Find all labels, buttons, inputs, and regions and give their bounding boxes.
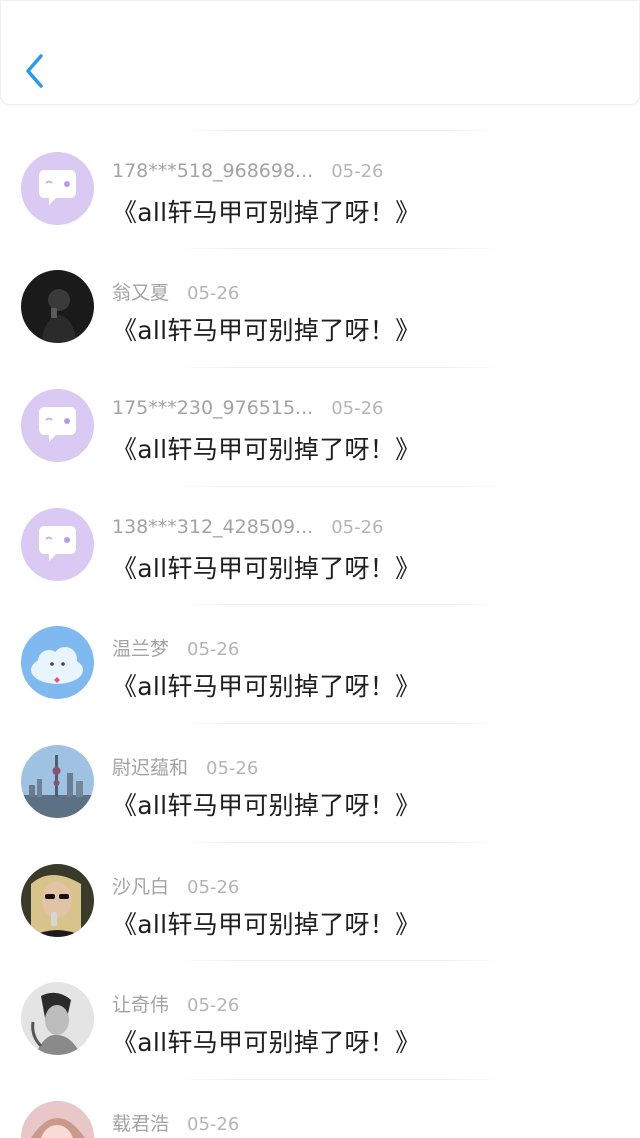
default-chat-bubble-icon [21,389,94,462]
comment-row[interactable]: 载君浩 05-26 [0,1079,640,1138]
comment-date: 05-26 [187,639,240,660]
top-nav-bar [0,0,640,105]
comment-text: 《all轩马甲可别掉了呀！》 [112,198,421,227]
commenter-name: 让奇伟 05-26 [112,994,240,1016]
comment-text: 《all轩马甲可别掉了呀！》 [112,791,421,820]
comment-date: 05-26 [331,398,384,419]
comment-date: 05-26 [206,758,259,779]
comment-row[interactable]: 178***518_968698... 05-26 《all轩马甲可别掉了呀！》 [0,130,640,248]
sunglasses-portrait-photo [21,864,94,937]
comment-date: 05-26 [187,995,240,1016]
cloud-sticker-photo [21,626,94,699]
city-skyline-photo [21,745,94,818]
comment-row[interactable]: 175***230_976515... 05-26 《all轩马甲可别掉了呀！》 [0,367,640,485]
avatar[interactable] [21,508,94,581]
commenter-name: 178***518_968698... 05-26 [112,160,384,182]
comment-row[interactable]: 138***312_428509... 05-26 《all轩马甲可别掉了呀！》 [0,486,640,604]
comment-date: 05-26 [187,283,240,304]
avatar[interactable] [21,270,94,343]
comment-text: 《all轩马甲可别掉了呀！》 [112,672,421,701]
commenter-name: 175***230_976515... 05-26 [112,397,384,419]
commenter-name: 138***312_428509... 05-26 [112,516,384,538]
comment-text: 《all轩马甲可别掉了呀！》 [112,910,421,939]
comment-date: 05-26 [331,517,384,538]
comment-date: 05-26 [187,877,240,898]
comment-text: 《all轩马甲可别掉了呀！》 [112,554,421,583]
bw-portrait-photo [21,982,94,1055]
avatar[interactable] [21,1101,94,1138]
comment-row[interactable]: 沙凡白 05-26 《all轩马甲可别掉了呀！》 [0,842,640,960]
comment-text: 《all轩马甲可别掉了呀！》 [112,1028,421,1057]
comment-row[interactable]: 翁又夏 05-26 《all轩马甲可别掉了呀！》 [0,248,640,366]
avatar[interactable] [21,152,94,225]
default-chat-bubble-icon [21,508,94,581]
avatar[interactable] [21,745,94,818]
chevron-left-icon [26,54,43,88]
commenter-name: 载君浩 05-26 [112,1113,240,1135]
default-chat-bubble-icon [21,152,94,225]
commenter-name: 尉迟蕴和 05-26 [112,757,259,779]
comment-row[interactable]: 尉迟蕴和 05-26 《all轩马甲可别掉了呀！》 [0,723,640,841]
dark-portrait-photo [21,270,94,343]
comment-date: 05-26 [187,1114,240,1135]
avatar[interactable] [21,864,94,937]
commenter-name: 沙凡白 05-26 [112,876,240,898]
avatar[interactable] [21,389,94,462]
anime-pink-photo [21,1101,94,1138]
commenter-name: 翁又夏 05-26 [112,282,240,304]
avatar[interactable] [21,626,94,699]
back-button[interactable] [15,49,59,93]
comment-row[interactable]: 让奇伟 05-26 《all轩马甲可别掉了呀！》 [0,960,640,1078]
avatar[interactable] [21,982,94,1055]
comment-row[interactable]: 温兰梦 05-26 《all轩马甲可别掉了呀！》 [0,604,640,722]
comment-text: 《all轩马甲可别掉了呀！》 [112,435,421,464]
comment-text: 《all轩马甲可别掉了呀！》 [112,316,421,345]
commenter-name: 温兰梦 05-26 [112,638,240,660]
comment-date: 05-26 [331,161,384,182]
